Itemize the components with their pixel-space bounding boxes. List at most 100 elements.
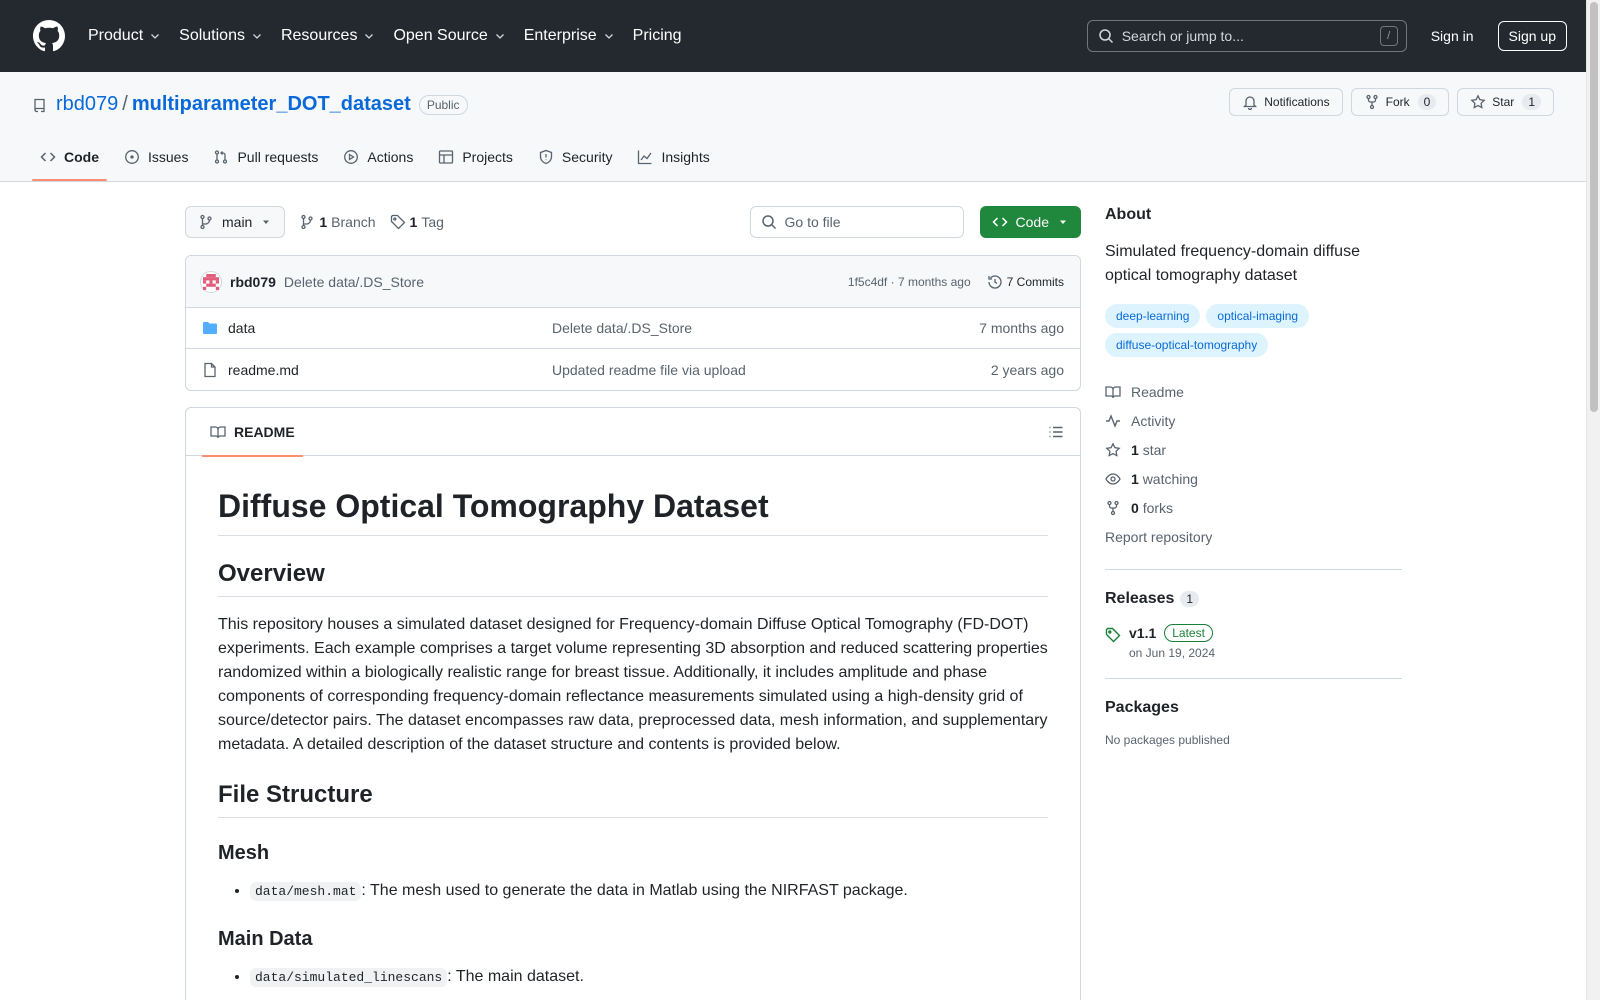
tab-insights[interactable]: Insights <box>629 133 717 181</box>
scrollbar-thumb[interactable] <box>1590 2 1598 412</box>
topic-tag[interactable]: optical-imaging <box>1206 304 1310 328</box>
watching-link[interactable]: 1 watching <box>1105 464 1402 493</box>
tab-security[interactable]: Security <box>530 133 621 181</box>
file-commit-message[interactable]: Updated readme file via upload <box>552 362 991 378</box>
watching-count: 1 <box>1131 470 1139 487</box>
page-scrollbar[interactable] <box>1586 0 1600 1000</box>
stars-count: 1 <box>1131 441 1139 458</box>
fork-icon <box>1365 94 1378 110</box>
latest-commit-row: rbd079 Delete data/.DS_Store 1f5c4df · 7… <box>186 256 1080 308</box>
release-date: on Jun 19, 2024 <box>1129 646 1216 660</box>
nav-open-source[interactable]: Open Source <box>393 27 505 45</box>
tag-icon <box>1105 627 1121 643</box>
notifications-button[interactable]: Notifications <box>1229 88 1343 116</box>
file-link[interactable]: readme.md <box>228 362 299 378</box>
branches-link[interactable]: 1 Branch <box>299 214 376 230</box>
stars-link[interactable]: 1 star <box>1105 435 1402 464</box>
nav-product[interactable]: Product <box>88 27 161 45</box>
nav-resources-label: Resources <box>280 27 358 44</box>
branch-icon <box>301 214 314 230</box>
identicon-icon <box>203 273 219 290</box>
tag-label: Tag <box>421 214 444 230</box>
file-commit-message[interactable]: Delete data/.DS_Store <box>552 320 979 336</box>
file-toolbar: main 1 Branch 1 Tag Go to file Code <box>185 206 1081 238</box>
notifications-label: Notifications <box>1264 95 1330 109</box>
tab-insights-label: Insights <box>661 149 710 165</box>
nav-enterprise[interactable]: Enterprise <box>524 27 615 45</box>
sign-up-button[interactable]: Sign up <box>1497 21 1567 51</box>
activity-link[interactable]: Activity <box>1105 406 1402 435</box>
search-shortcut-key: / <box>1379 26 1398 46</box>
play-icon <box>344 150 359 164</box>
topic-tag[interactable]: deep-learning <box>1105 304 1201 328</box>
avatar[interactable] <box>200 270 222 293</box>
about-sidebar: About Simulated frequency-domain diffuse… <box>1105 206 1402 747</box>
tag-icon <box>390 214 405 230</box>
packages-heading[interactable]: Packages <box>1105 699 1402 717</box>
branch-name: main <box>222 214 253 230</box>
nav-pricing[interactable]: Pricing <box>633 27 682 45</box>
packages-empty: No packages published <box>1105 733 1230 747</box>
watching-label: watching <box>1142 470 1198 487</box>
readme-header: README <box>186 408 1080 457</box>
topic-tag[interactable]: diffuse-optical-tomography <box>1105 333 1269 357</box>
readme-tab[interactable]: README <box>202 408 303 457</box>
fork-button[interactable]: Fork 0 <box>1350 88 1450 116</box>
issue-icon <box>125 150 139 164</box>
code-icon <box>991 217 1008 227</box>
branch-select-button[interactable]: main <box>185 206 286 238</box>
forks-link[interactable]: 0 forks <box>1105 493 1402 522</box>
tab-projects[interactable]: Projects <box>430 133 521 181</box>
report-repository-link[interactable]: Report repository <box>1105 522 1402 551</box>
tab-issues[interactable]: Issues <box>116 133 196 181</box>
file-link[interactable]: data <box>228 320 255 336</box>
release-version: v1.1 <box>1129 625 1157 641</box>
repo-owner-link[interactable]: rbd079 <box>56 93 118 116</box>
table-row[interactable]: readme.md Updated readme file via upload… <box>186 349 1080 390</box>
forks-count: 0 <box>1131 499 1139 516</box>
list-icon[interactable] <box>1048 424 1064 440</box>
go-to-file-input[interactable]: Go to file <box>749 206 964 238</box>
star-button[interactable]: Star 1 <box>1457 88 1554 116</box>
caret-down-icon <box>263 220 270 224</box>
chevron-down-icon <box>604 34 613 39</box>
tab-code[interactable]: Code <box>32 133 107 181</box>
tab-pull-requests[interactable]: Pull requests <box>205 133 326 181</box>
tags-link[interactable]: 1 Tag <box>390 214 444 230</box>
commit-hash-time[interactable]: 1f5c4df · 7 months ago <box>848 275 971 289</box>
chevron-down-icon <box>151 34 160 39</box>
table-row[interactable]: data Delete data/.DS_Store 7 months ago <box>186 308 1080 349</box>
releases-heading[interactable]: Releases 1 <box>1105 590 1402 608</box>
tab-code-label: Code <box>64 149 99 165</box>
file-icon <box>204 362 216 377</box>
commit-meta: 1f5c4df · 7 months ago 7 Commits <box>848 274 1064 290</box>
divider <box>1105 678 1402 679</box>
main-content: main 1 Branch 1 Tag Go to file Code rbd0… <box>185 184 1081 1000</box>
repo-icon <box>34 98 45 112</box>
search-icon <box>1098 29 1113 44</box>
commit-message-link[interactable]: Delete data/.DS_Store <box>284 274 424 290</box>
visibility-badge: Public <box>418 94 468 115</box>
readme-tab-label: README <box>234 423 295 440</box>
repo-tabs: Code Issues Pull requests Actions Projec… <box>32 133 727 181</box>
github-logo-icon[interactable] <box>33 20 65 52</box>
tab-security-label: Security <box>561 149 613 165</box>
readme-link[interactable]: Readme <box>1105 377 1402 406</box>
commit-author-link[interactable]: rbd079 <box>230 274 276 290</box>
main-data-code: data/simulated_linescans <box>250 968 448 987</box>
sign-in-link[interactable]: Sign in <box>1431 28 1474 44</box>
divider <box>1105 569 1402 570</box>
tab-actions[interactable]: Actions <box>335 133 421 181</box>
commits-history-link[interactable]: 7 Commits <box>987 274 1064 290</box>
go-to-file-placeholder: Go to file <box>784 214 841 230</box>
global-search-input[interactable]: Search or jump to... / <box>1086 20 1407 52</box>
repo-title: rbd079 / multiparameter_DOT_dataset Publ… <box>32 93 468 116</box>
bell-icon <box>1243 96 1258 110</box>
mesh-code: data/mesh.mat <box>250 882 362 901</box>
nav-solutions[interactable]: Solutions <box>179 27 263 45</box>
repo-name-link[interactable]: multiparameter_DOT_dataset <box>132 93 411 116</box>
nav-resources[interactable]: Resources <box>281 27 375 45</box>
repo-separator: / <box>122 93 128 115</box>
code-dropdown-button[interactable]: Code <box>979 206 1081 238</box>
release-item[interactable]: v1.1 Latest on Jun 19, 2024 <box>1105 624 1402 660</box>
